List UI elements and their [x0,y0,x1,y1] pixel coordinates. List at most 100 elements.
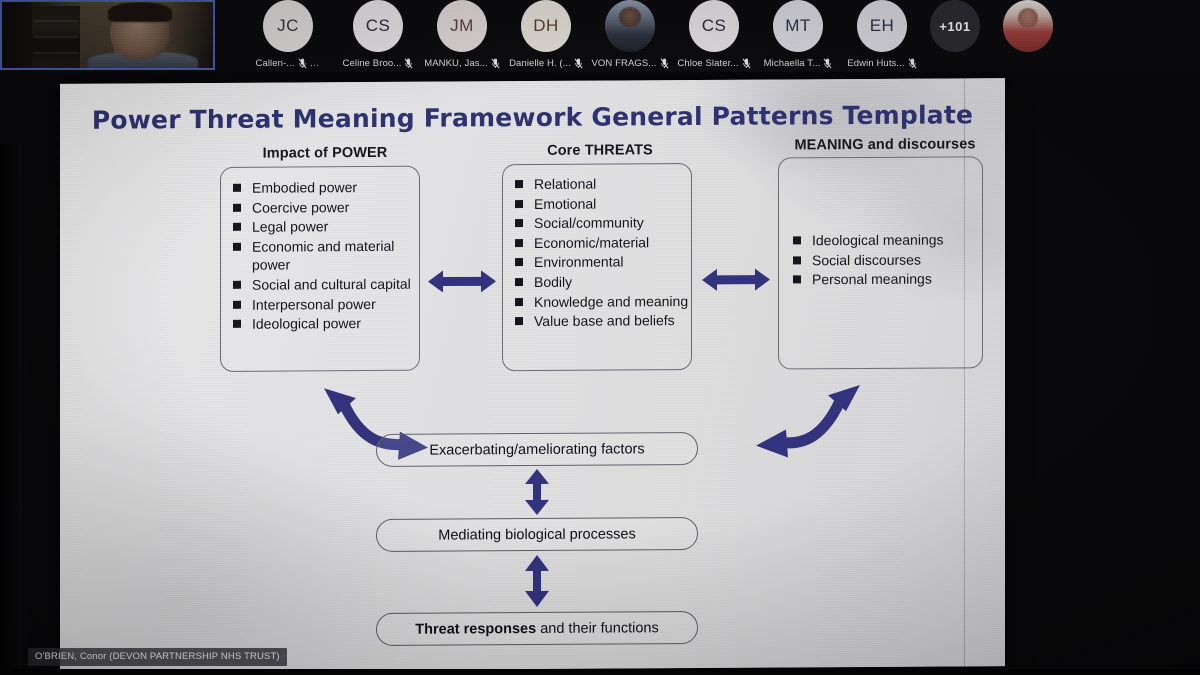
avatar[interactable]: DH [521,0,571,52]
participant-tile[interactable]: DH Danielle H. (... [504,0,588,72]
mic-off-icon-wrap [823,58,832,69]
mic-off-icon-wrap [660,58,669,69]
participant-name: MANKU, Jas... [424,58,488,69]
arrow-power-threats [428,270,496,293]
slide-title: Power Threat Meaning Framework General P… [91,100,974,135]
participant-bar: JC Callen-... … CS Celine Broo... JM MANKU, Ja… [0,0,1200,72]
flow-label: Mediating biological processes [438,525,636,544]
self-video-shadow [2,2,32,68]
list-item: Ideological power [232,314,414,334]
list-item: Environmental [514,252,690,272]
participant-name: Chloe Slater... [677,58,739,69]
list-item: Knowledge and meaning [514,292,690,312]
participant-meta: Michaella T... [764,58,833,69]
mic-off-icon [742,58,751,69]
slide-canvas: Power Threat Meaning Framework General P… [60,78,1005,672]
participant-tile[interactable] [986,0,1070,72]
participant-name: Edwin Huts... [847,58,905,69]
flow-box-exacerbating: Exacerbating/ameliorating factors [376,431,698,467]
mic-off-icon [298,58,306,69]
list-item: Social discourses [792,250,972,270]
mic-off-icon-wrap [404,58,413,69]
list-item: Social/community [514,213,690,233]
mic-off-icon [908,58,917,69]
participant-tile[interactable]: +101 [924,0,986,72]
flow-box-mediating: Mediating biological processes [376,516,698,552]
mic-off-icon-wrap [742,58,751,69]
arrow-threats-meaning [702,268,770,291]
column-heading-threats: Core THREATS [547,142,653,159]
flow-label-bold: Threat responses [415,620,537,638]
screen-bezel-left [0,144,22,675]
self-video-person-hair [108,2,172,22]
flow-label: and their functions [536,619,659,637]
participant-overflow-count[interactable]: +101 [930,0,980,52]
avatar[interactable]: JM [437,0,487,52]
more-options-icon[interactable]: … [310,58,321,69]
arrow-curve-right [756,384,860,458]
list-item: Economic and material power [232,237,414,275]
participant-meta: Celine Broo... [343,58,414,69]
avatar[interactable]: CS [689,0,739,52]
meaning-bullet-list: Ideological meanings Social discourses P… [792,230,972,290]
avatar[interactable]: JC [263,0,313,52]
self-video-tile[interactable] [0,0,215,70]
list-item: Coercive power [232,197,414,217]
participant-meta: VON FRAGS... [591,58,668,69]
avatar[interactable] [605,0,655,52]
participant-name: Danielle H. (... [509,58,571,69]
shared-content-stage: Power Threat Meaning Framework General P… [0,72,1200,675]
self-video-furniture [32,6,80,68]
flow-box-threat-responses: Threat responses and their functions [376,610,698,646]
mic-off-icon-wrap [298,58,307,69]
mic-off-icon-wrap [574,58,583,69]
presenter-name-chip: O'BRIEN, Conor (DEVON PARTNERSHIP NHS TR… [28,648,287,666]
mic-off-icon-wrap [491,58,500,69]
avatar[interactable]: CS [353,0,403,52]
list-item: Emotional [514,194,690,214]
participant-tile[interactable]: CS Chloe Slater... [672,0,756,72]
mic-off-icon-wrap [908,58,917,69]
participant-meta: MANKU, Jas... [424,58,500,69]
mic-off-icon [405,58,413,69]
screen-bezel-bottom [0,669,1200,675]
participant-tile[interactable]: EH Edwin Huts... [840,0,924,72]
threats-bullet-list: Relational Emotional Social/community Ec… [514,174,690,332]
participant-tile[interactable]: CS Celine Broo... [336,0,420,72]
screen-photo: Power Threat Meaning Framework General P… [0,0,1200,675]
avatar[interactable]: EH [857,0,907,52]
mic-off-icon [491,58,500,69]
column-heading-power: Impact of POWER [262,144,388,162]
participant-name: Michaella T... [763,58,821,69]
avatar[interactable] [1003,0,1053,52]
participant-meta: Chloe Slater... [677,58,751,69]
participant-meta: Callen-... … [255,58,320,69]
participant-tile[interactable]: JM MANKU, Jas... [420,0,504,72]
participant-name: Celine Broo... [342,58,402,69]
list-item: Interpersonal power [232,294,414,314]
list-item: Bodily [514,272,690,292]
participant-avatar-strip: JC Callen-... … CS Celine Broo... JM MANKU, Ja… [240,0,1200,72]
flow-label: Exacerbating/ameliorating factors [429,440,645,459]
list-item: Embodied power [232,178,414,198]
list-item: Ideological meanings [792,230,972,250]
power-bullet-list: Embodied power Coercive power Legal powe… [232,178,414,335]
participant-name: VON FRAGS... [591,58,657,69]
participant-meta: Edwin Huts... [847,58,917,69]
shared-slide[interactable]: Power Threat Meaning Framework General P… [60,78,1005,672]
list-item: Relational [514,174,690,194]
avatar[interactable]: MT [773,0,823,52]
list-item: Economic/material [514,233,690,253]
participant-name: Callen-... [255,58,295,69]
mic-off-icon [574,58,583,69]
arrow-vert-1 [525,468,549,515]
mic-off-icon [660,58,668,69]
participant-tile[interactable]: JC Callen-... … [240,0,336,72]
participant-tile[interactable]: VON FRAGS... [588,0,672,72]
mic-off-icon [823,58,832,69]
participant-meta: Danielle H. (... [509,58,583,69]
participant-tile[interactable]: MT Michaella T... [756,0,840,72]
list-item: Legal power [232,217,414,237]
column-heading-meaning: MEANING and discourses [794,136,976,154]
list-item: Personal meanings [792,270,972,290]
